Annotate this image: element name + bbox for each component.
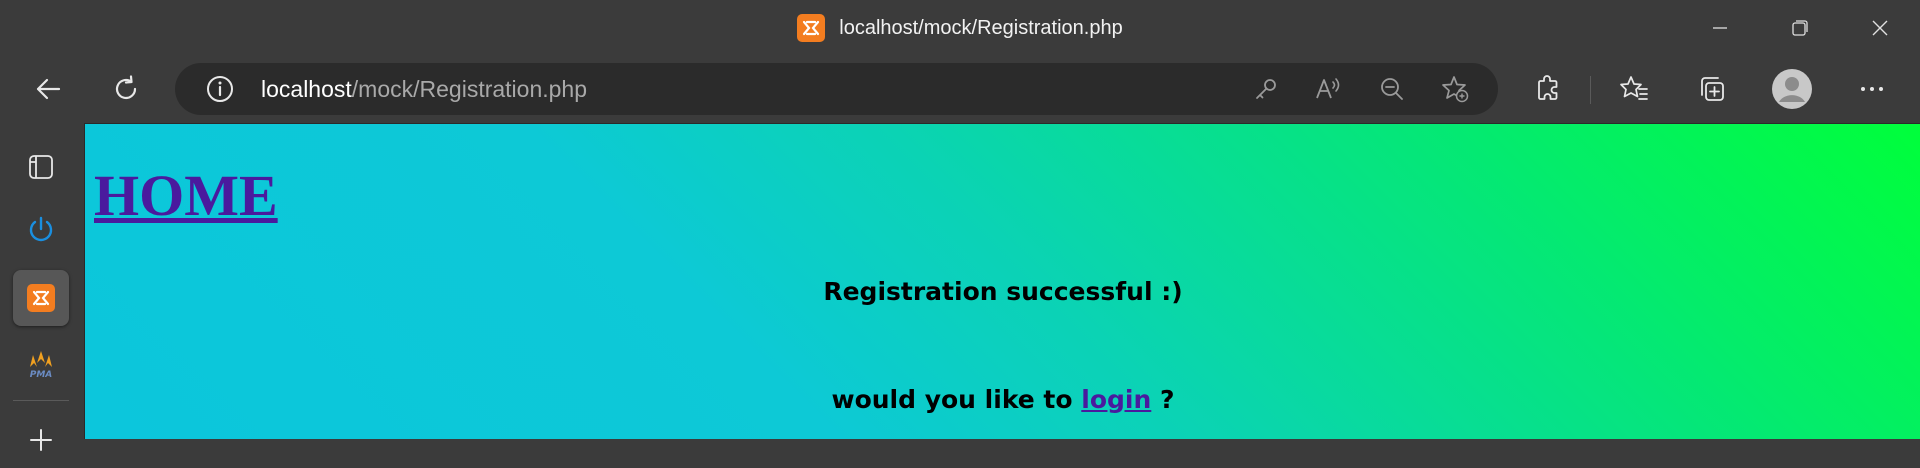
login-link[interactable]: login bbox=[1081, 385, 1151, 414]
favorites-icon[interactable] bbox=[1610, 65, 1658, 113]
xampp-icon[interactable] bbox=[13, 270, 69, 326]
window-title-area: localhost/mock/Registration.php bbox=[0, 0, 1920, 56]
close-button[interactable] bbox=[1840, 0, 1920, 56]
restore-button[interactable] bbox=[1760, 0, 1840, 56]
tabs-icon[interactable] bbox=[13, 139, 69, 195]
home-link[interactable]: HOME bbox=[94, 162, 278, 229]
zoom-out-icon[interactable] bbox=[1368, 65, 1416, 113]
navigation-bar: localhost/mock/Registration.php bbox=[0, 56, 1920, 122]
add-favorite-icon[interactable] bbox=[1431, 65, 1479, 113]
phpmyadmin-icon[interactable]: PMA bbox=[13, 336, 69, 392]
login-prompt-prefix: would you like to bbox=[831, 385, 1073, 414]
collections-icon[interactable] bbox=[1688, 65, 1736, 113]
read-aloud-icon[interactable] bbox=[1304, 65, 1352, 113]
more-icon[interactable] bbox=[1848, 65, 1896, 113]
vertical-tabs-sidebar: PMA bbox=[0, 122, 84, 451]
registration-success-message: Registration successful :) bbox=[823, 277, 1183, 306]
xampp-icon bbox=[797, 14, 826, 42]
login-prompt: would you like to login ? bbox=[85, 385, 1920, 414]
extensions-icon[interactable] bbox=[1524, 65, 1572, 113]
login-prompt-suffix: ? bbox=[1160, 385, 1175, 414]
page-content: HOME Registration successful :) would yo… bbox=[84, 123, 1920, 439]
svg-text:PMA: PMA bbox=[30, 370, 53, 380]
back-arrow-icon[interactable] bbox=[24, 65, 72, 113]
info-icon[interactable] bbox=[196, 65, 244, 113]
minimize-button[interactable] bbox=[1680, 0, 1760, 56]
xampp-logo bbox=[27, 284, 55, 312]
address-bar[interactable]: localhost/mock/Registration.php bbox=[175, 63, 1498, 115]
power-icon[interactable] bbox=[13, 201, 69, 257]
toolbar-divider bbox=[1590, 76, 1591, 104]
url-host: localhost bbox=[261, 75, 352, 102]
add-icon[interactable] bbox=[13, 412, 69, 468]
window-title: localhost/mock/Registration.php bbox=[839, 16, 1123, 39]
profile-icon[interactable] bbox=[1768, 65, 1816, 113]
sidebar-divider bbox=[13, 400, 69, 401]
url-text[interactable]: localhost/mock/Registration.php bbox=[261, 63, 587, 115]
key-icon[interactable] bbox=[1242, 65, 1290, 113]
url-path: /mock/Registration.php bbox=[351, 75, 588, 102]
refresh-icon[interactable] bbox=[102, 65, 150, 113]
title-bar: localhost/mock/Registration.php bbox=[0, 0, 1920, 56]
